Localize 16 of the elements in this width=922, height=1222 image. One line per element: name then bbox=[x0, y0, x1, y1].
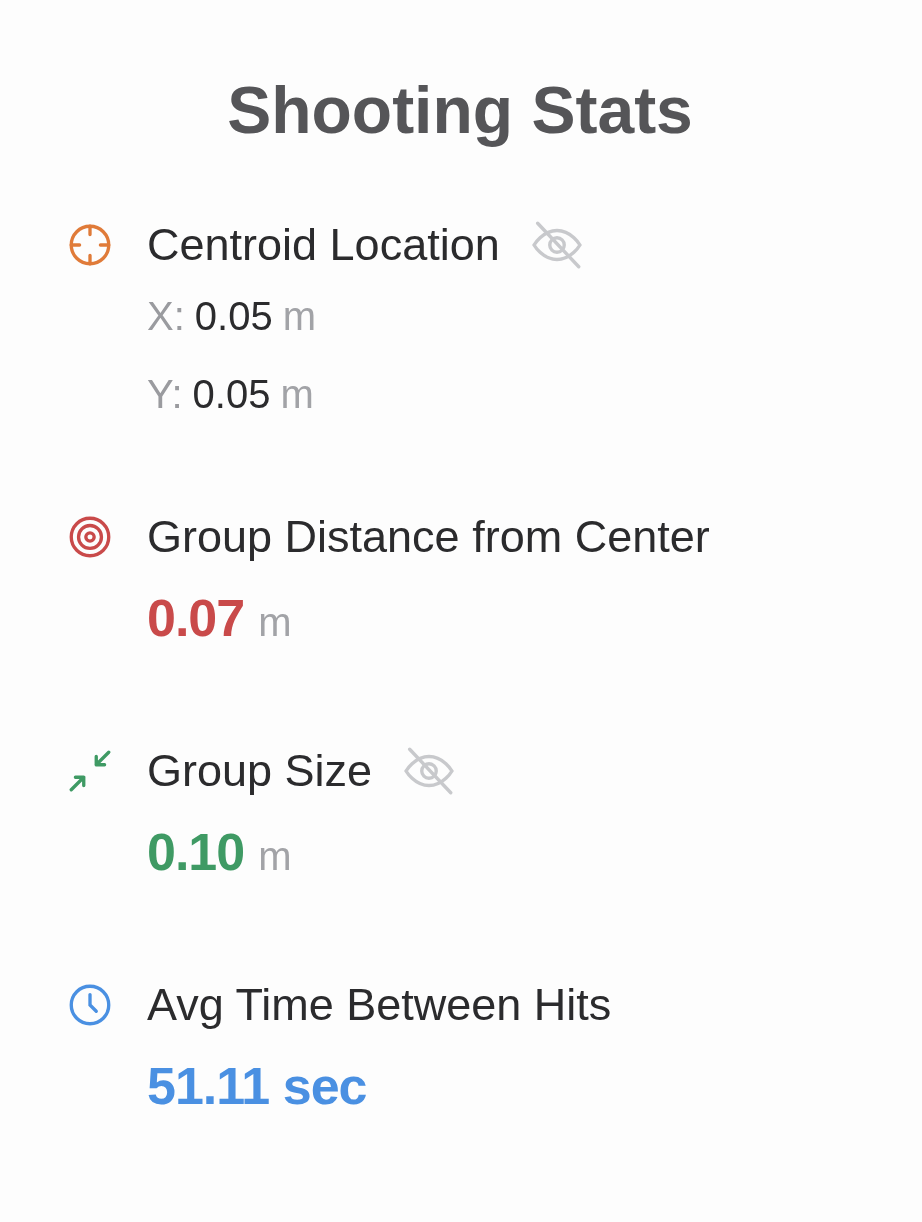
stat-value: 0.07 bbox=[147, 588, 245, 648]
stat-value: 0.10 bbox=[147, 822, 245, 882]
coordinate-value: 0.05 bbox=[192, 372, 271, 417]
stat-label: Centroid Location bbox=[147, 219, 500, 271]
unit-label: m bbox=[258, 600, 292, 645]
stat-label: Group Size bbox=[147, 745, 373, 797]
unit-label: m bbox=[280, 372, 314, 417]
stat-label: Group Distance from Center bbox=[147, 511, 710, 563]
stat-value: 51.11 sec bbox=[147, 1056, 367, 1116]
stat-label: Avg Time Between Hits bbox=[147, 979, 612, 1031]
axis-label: Y: bbox=[147, 372, 183, 417]
panel-title: Shooting Stats bbox=[226, 72, 694, 148]
unit-label: m bbox=[258, 834, 292, 879]
axis-label: X: bbox=[147, 294, 185, 339]
coordinate-value: 0.05 bbox=[194, 294, 273, 339]
unit-label: m bbox=[282, 294, 316, 339]
